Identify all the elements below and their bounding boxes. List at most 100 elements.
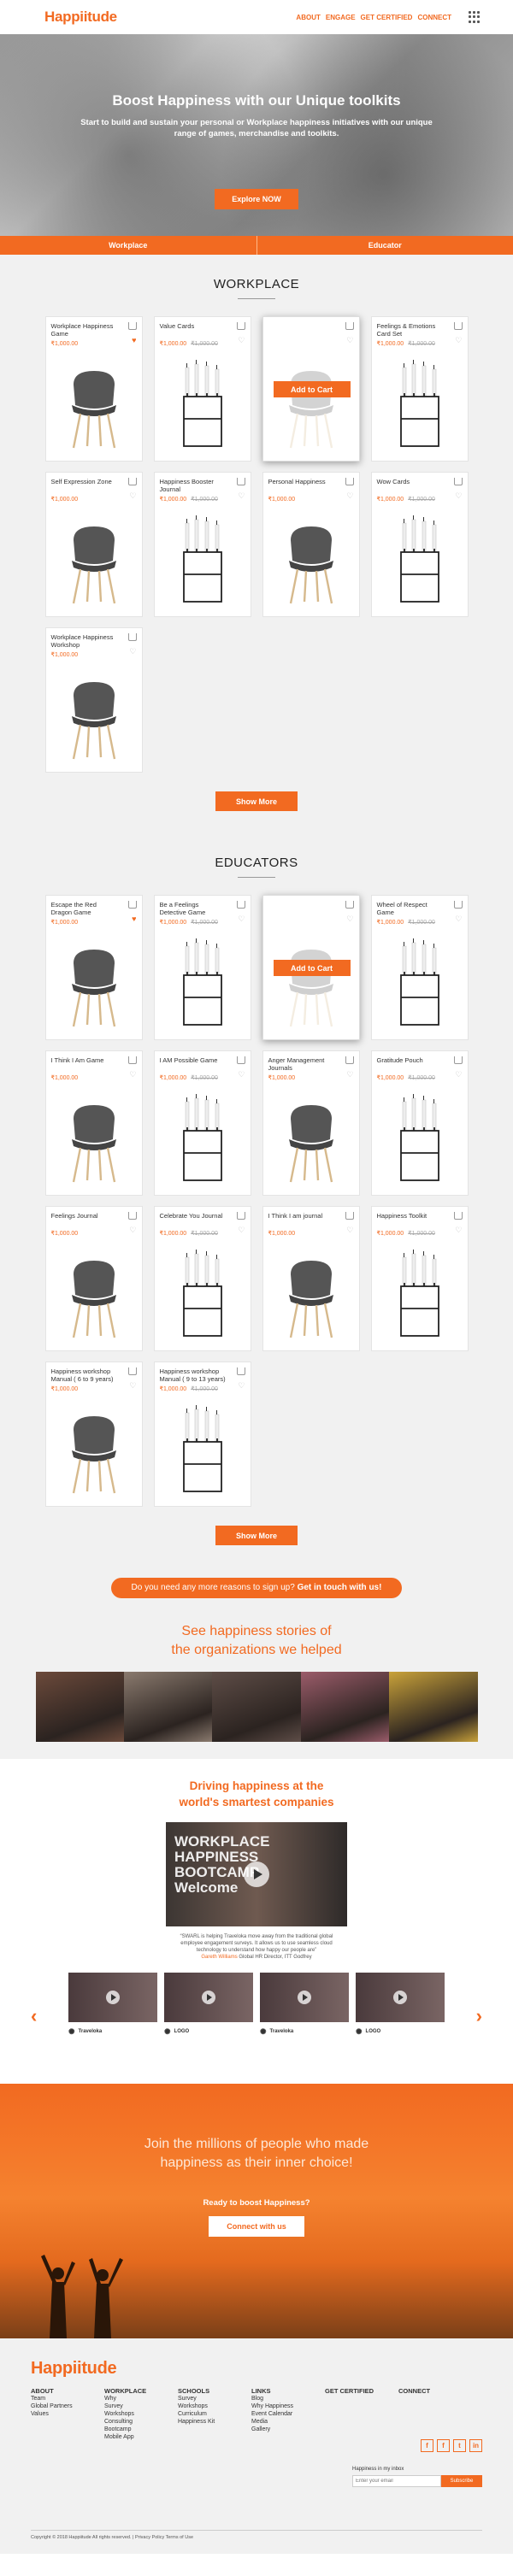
footer-link[interactable]: Workshops	[104, 2410, 178, 2418]
educators-show-more-button[interactable]: Show More	[215, 1526, 298, 1545]
carousel-prev-icon[interactable]: ‹	[31, 2005, 37, 2027]
product-title[interactable]: Happiness Toolkit	[377, 1212, 444, 1227]
story-photo[interactable]	[300, 1672, 390, 1742]
product-card[interactable]: Wheel of Respect Game ₹1,000.00 ₹1,000.00 ♡	[370, 895, 469, 1040]
explore-now-button[interactable]: Explore NOW	[215, 189, 298, 209]
cart-icon[interactable]	[345, 322, 354, 330]
footer-logo[interactable]: Happiitude	[31, 2359, 482, 2379]
heart-icon[interactable]: ♡	[238, 1226, 245, 1235]
product-title[interactable]	[268, 322, 335, 338]
product-card[interactable]: Feelings & Emotions Card Set ₹1,000.00 ₹1,…	[370, 316, 469, 462]
heart-icon[interactable]: ♡	[129, 1381, 136, 1391]
product-card[interactable]: I Think I Am Game ₹1,000.00 ♡	[44, 1050, 143, 1196]
video-thumbnail[interactable]: ✺ Traveloka	[260, 1973, 349, 2037]
product-title[interactable]: Wow Cards	[377, 478, 444, 493]
heart-icon[interactable]: ♡	[346, 1226, 353, 1235]
product-card[interactable]: Happiness Toolkit ₹1,000.00 ₹1,000.00 ♡	[370, 1206, 469, 1351]
heart-icon[interactable]: ♡	[455, 491, 462, 501]
cart-icon[interactable]	[345, 478, 354, 485]
thumbnail-video[interactable]	[356, 1973, 445, 2022]
product-card[interactable]: Happiness workshop Manual ( 6 to 9 years…	[44, 1362, 143, 1507]
video-thumbnail[interactable]: ✺ LOGO	[164, 1973, 253, 2037]
product-card[interactable]: Celebrate You Journal ₹1,000.00 ₹1,000.00 ♡	[153, 1206, 251, 1351]
cart-icon[interactable]	[236, 901, 245, 909]
cart-icon[interactable]	[453, 1212, 463, 1220]
product-title[interactable]	[268, 901, 335, 916]
footer-link[interactable]: Survey	[104, 2403, 178, 2410]
footer-link[interactable]: Global Partners	[31, 2403, 104, 2410]
footer-column-title[interactable]: SCHOOLS	[178, 2387, 251, 2395]
subscribe-button[interactable]: Subscribe	[441, 2475, 482, 2487]
cta-link[interactable]: Get in touch with us!	[298, 1583, 382, 1592]
product-card[interactable]: Happiness Booster Journal ₹1,000.00 ₹1,000…	[153, 472, 251, 617]
linkedin-icon[interactable]: in	[469, 2439, 482, 2452]
footer-column-title[interactable]: CONNECT	[398, 2387, 472, 2395]
product-card[interactable]: Gratitude Pouch ₹1,000.00 ₹1,000.00 ♡	[370, 1050, 469, 1196]
product-card[interactable]: Personal Happiness ₹1,000.00 ♡	[262, 472, 360, 617]
cart-icon[interactable]	[345, 1056, 354, 1064]
heart-icon[interactable]: ♡	[238, 491, 245, 501]
product-title[interactable]: Feelings Journal	[51, 1212, 118, 1227]
product-title[interactable]: Anger Management Journals	[268, 1056, 335, 1072]
cart-icon[interactable]	[345, 1212, 354, 1220]
thumbnail-video[interactable]	[260, 1973, 349, 2022]
cart-icon[interactable]	[127, 1212, 137, 1220]
footer-link[interactable]: Bootcamp	[104, 2426, 178, 2433]
product-title[interactable]: Personal Happiness	[268, 478, 335, 493]
thumbnail-video[interactable]	[164, 1973, 253, 2022]
story-photo[interactable]	[123, 1672, 213, 1742]
play-icon[interactable]	[202, 1991, 215, 2004]
heart-icon[interactable]: ♥	[132, 336, 136, 344]
connect-with-us-button[interactable]: Connect with us	[209, 2216, 304, 2237]
product-card[interactable]: ♡ Add to Cart	[262, 895, 360, 1040]
footer-link[interactable]: Consulting	[104, 2418, 178, 2426]
main-video[interactable]: WORKPLACE HAPPINESS BOOTCAMP Welcome	[166, 1822, 347, 1926]
heart-icon[interactable]: ♡	[238, 915, 245, 924]
product-title[interactable]: Escape the Red Dragon Game	[51, 901, 118, 916]
footer-link[interactable]: Mobile App	[104, 2433, 178, 2441]
product-card[interactable]: Feelings Journal ₹1,000.00 ♡	[44, 1206, 143, 1351]
footer-link[interactable]: Event Calendar	[251, 2410, 325, 2418]
video-thumbnail[interactable]: ✺ LOGO	[356, 1973, 445, 2037]
heart-icon[interactable]: ♡	[129, 1226, 136, 1235]
footer-link[interactable]: Values	[31, 2410, 104, 2418]
footer-link[interactable]: Happiness Kit	[178, 2418, 251, 2426]
cart-icon[interactable]	[236, 1367, 245, 1375]
product-title[interactable]: I AM Possible Game	[160, 1056, 227, 1072]
footer-link[interactable]: Blog	[251, 2395, 325, 2403]
cart-icon[interactable]	[127, 1367, 137, 1375]
cart-icon[interactable]	[127, 901, 137, 909]
cart-icon[interactable]	[345, 901, 354, 909]
product-title[interactable]: Celebrate You Journal	[160, 1212, 227, 1227]
heart-icon[interactable]: ♡	[346, 915, 353, 924]
cart-icon[interactable]	[453, 478, 463, 485]
footer-link[interactable]: Media	[251, 2418, 325, 2426]
product-card[interactable]: I AM Possible Game ₹1,000.00 ₹1,000.00 ♡	[153, 1050, 251, 1196]
product-title[interactable]: I Think I am journal	[268, 1212, 335, 1227]
footer-column-title[interactable]: WORKPLACE	[104, 2387, 178, 2395]
product-title[interactable]: Happiness Booster Journal	[160, 478, 227, 493]
footer-link[interactable]: Team	[31, 2395, 104, 2403]
footer-link[interactable]: Survey	[178, 2395, 251, 2403]
product-title[interactable]: Be a Feelings Detective Game	[160, 901, 227, 916]
product-card[interactable]: Value Cards ₹1,000.00 ₹1,000.00 ♡	[153, 316, 251, 462]
product-title[interactable]: Happiness workshop Manual ( 9 to 13 year…	[160, 1367, 227, 1383]
product-card[interactable]: Workplace Happiness Workshop ₹1,000.00 ♡	[44, 627, 143, 773]
product-title[interactable]: Happiness workshop Manual ( 6 to 9 years…	[51, 1367, 118, 1383]
heart-icon[interactable]: ♥	[132, 915, 136, 923]
facebook-icon[interactable]: f	[421, 2439, 433, 2452]
footer-link[interactable]: Workshops	[178, 2403, 251, 2410]
cart-icon[interactable]	[127, 322, 137, 330]
nav-engage[interactable]: ENGAGE	[326, 14, 356, 21]
product-card[interactable]: Escape the Red Dragon Game ₹1,000.00 ♥	[44, 895, 143, 1040]
apps-grid-icon[interactable]	[469, 11, 481, 23]
footer-column-title[interactable]: LINKS	[251, 2387, 325, 2395]
heart-icon[interactable]: ♡	[455, 1070, 462, 1079]
heart-icon[interactable]: ♡	[129, 491, 136, 501]
heart-icon[interactable]: ♡	[346, 491, 353, 501]
product-card[interactable]: I Think I am journal ₹1,000.00 ♡	[262, 1206, 360, 1351]
tab-workplace[interactable]: Workplace	[0, 236, 257, 255]
workplace-show-more-button[interactable]: Show More	[215, 791, 298, 811]
cart-icon[interactable]	[453, 322, 463, 330]
nav-get-certified[interactable]: GET CERTIFIED	[361, 14, 413, 21]
